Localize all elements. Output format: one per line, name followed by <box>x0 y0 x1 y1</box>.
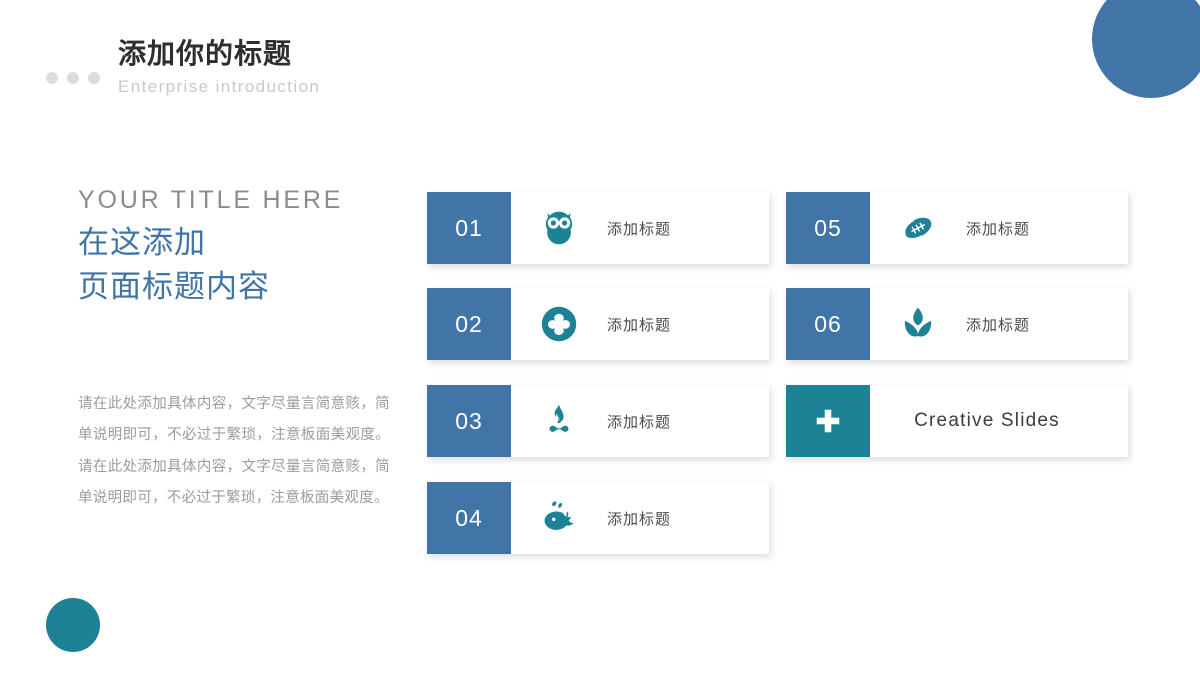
card-item-05[interactable]: 05 添加标题 <box>786 192 1128 264</box>
card-item-02[interactable]: 02 添加标题 <box>427 288 769 360</box>
card-number-badge: 02 <box>427 288 511 360</box>
left-headline: 在这添加 页面标题内容 <box>78 221 398 309</box>
plus-cross-icon <box>786 385 870 457</box>
card-label: 添加标题 <box>966 220 1031 238</box>
left-headline-line-1: 在这添加 <box>78 224 206 260</box>
slide-header: 添加你的标题 Enterprise introduction <box>46 36 320 97</box>
page-subtitle: Enterprise introduction <box>118 77 321 96</box>
card-item-creative-slides[interactable]: Creative Slides <box>786 385 1128 457</box>
card-number-badge: 06 <box>786 288 870 360</box>
card-label: 添加标题 <box>607 316 672 334</box>
card-item-01[interactable]: 01 添加标题 <box>427 192 769 264</box>
card-label: 添加标题 <box>607 413 672 431</box>
card-number-badge: 04 <box>427 482 511 554</box>
sprout-icon <box>870 288 966 360</box>
left-body-paragraph: 请在此处添加具体内容，文字尽量言简意赅，简单说明即可，不必过于繁琐，注意板面美观… <box>78 396 390 507</box>
clover-icon <box>511 288 607 360</box>
left-eyebrow-title: YOUR TITLE HERE <box>78 186 344 214</box>
left-text-column: YOUR TITLE HERE 在这添加 页面标题内容 <box>78 184 398 309</box>
decorative-circle-top-right <box>1092 0 1200 98</box>
card-item-04[interactable]: 04 添加标题 <box>427 482 769 554</box>
dot-icon <box>46 71 58 84</box>
card-number-badge: 01 <box>427 192 511 264</box>
decorative-circle-bottom-left <box>46 598 100 652</box>
owl-icon <box>511 192 607 264</box>
card-label: 添加标题 <box>966 316 1031 334</box>
card-label: Creative Slides <box>914 410 1060 431</box>
football-icon <box>870 192 966 264</box>
page-title: 添加你的标题 <box>118 38 293 69</box>
dot-icon <box>88 71 100 84</box>
card-number-badge: 03 <box>427 385 511 457</box>
card-number-badge: 05 <box>786 192 870 264</box>
card-item-06[interactable]: 06 添加标题 <box>786 288 1128 360</box>
card-grid: 01 添加标题 02 添加标题 03 添加标题 04 添加标题 05 添加标题 … <box>427 192 1129 554</box>
header-text-block: 添加你的标题 Enterprise introduction <box>118 36 320 97</box>
card-label: 添加标题 <box>607 220 672 238</box>
dot-icon <box>67 71 79 84</box>
whale-icon <box>511 482 607 554</box>
campfire-icon <box>511 385 607 457</box>
header-dots-decoration <box>46 71 100 84</box>
card-label: 添加标题 <box>607 510 672 528</box>
card-item-03[interactable]: 03 添加标题 <box>427 385 769 457</box>
left-headline-line-2: 页面标题内容 <box>78 268 270 304</box>
